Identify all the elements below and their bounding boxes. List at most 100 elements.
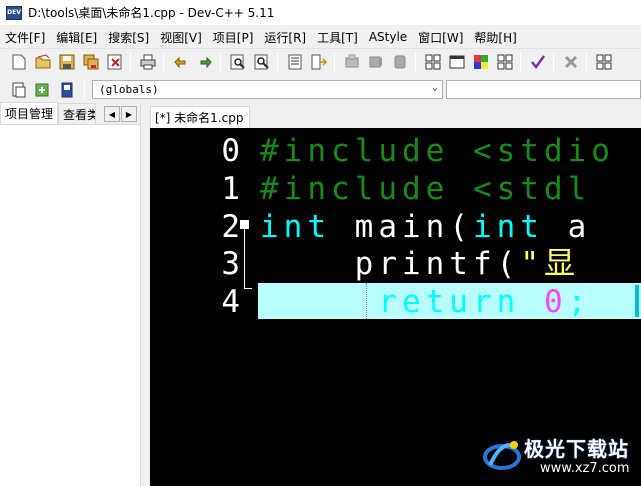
arrow-right-icon: ▶ bbox=[125, 109, 133, 119]
code-line: return 0; bbox=[260, 283, 591, 321]
code-token: #include <stdl bbox=[260, 171, 592, 207]
open-file-button[interactable] bbox=[32, 51, 54, 73]
project-panel-tabs: 项目管理 查看类 ◀ ▶ bbox=[0, 102, 140, 125]
run-icon bbox=[449, 55, 465, 69]
toolbar-separator bbox=[220, 52, 221, 72]
remove-from-project-icon bbox=[394, 55, 406, 69]
code-token: a bbox=[543, 209, 592, 245]
code-token: "显 bbox=[520, 246, 604, 282]
code-token: return bbox=[260, 284, 544, 320]
compile-button[interactable] bbox=[422, 51, 444, 73]
panel-splitter[interactable] bbox=[141, 104, 150, 486]
stop-execution-button[interactable] bbox=[560, 51, 582, 73]
redo-button[interactable] bbox=[194, 51, 216, 73]
goto-line-button[interactable] bbox=[308, 51, 330, 73]
code-line: #include <stdio bbox=[260, 132, 615, 170]
toggle-comment-button[interactable] bbox=[32, 79, 54, 101]
rebuild-all-button[interactable] bbox=[494, 51, 516, 73]
save-icon bbox=[59, 54, 75, 70]
text-caret bbox=[635, 285, 639, 317]
toolbar-separator bbox=[84, 79, 85, 100]
window-title: D:\tools\桌面\未命名1.cpp - Dev-C++ 5.11 bbox=[28, 6, 275, 20]
toolbar-separator bbox=[520, 52, 521, 72]
menu-search[interactable]: 搜索[S] bbox=[103, 29, 155, 46]
new-file-icon bbox=[12, 54, 26, 70]
compile-run-icon bbox=[474, 55, 488, 69]
check-icon bbox=[531, 55, 546, 70]
tab-project-manager[interactable]: 项目管理 bbox=[0, 102, 59, 124]
toolbar-separator bbox=[586, 52, 587, 72]
devcpp-app-icon[interactable]: DEV bbox=[6, 5, 22, 20]
fold-end-marker bbox=[244, 288, 252, 289]
scope-select[interactable]: (globals) ⌄ bbox=[92, 80, 443, 99]
code-token: ; bbox=[567, 284, 592, 320]
watermark-url: www.xz7.com bbox=[540, 461, 630, 476]
rebuild-icon bbox=[497, 54, 513, 70]
remove-from-project-button[interactable] bbox=[389, 51, 411, 73]
line-number: 1 bbox=[221, 171, 240, 207]
menu-window[interactable]: 窗口[W] bbox=[413, 29, 469, 46]
undo-icon bbox=[174, 56, 186, 69]
find-button[interactable] bbox=[227, 51, 249, 73]
arrow-left-icon: ◀ bbox=[108, 109, 116, 119]
menu-view[interactable]: 视图[V] bbox=[155, 29, 208, 46]
add-to-project-button[interactable] bbox=[365, 51, 387, 73]
toolbar-separator bbox=[163, 52, 164, 72]
syntax-check-button[interactable] bbox=[527, 51, 549, 73]
tab-scroll-right-button[interactable]: ▶ bbox=[121, 106, 137, 122]
replace-button[interactable] bbox=[251, 51, 273, 73]
undo-button[interactable] bbox=[170, 51, 192, 73]
watermark-logo-icon bbox=[483, 441, 521, 470]
stop-x-icon bbox=[564, 55, 578, 69]
menu-tools[interactable]: 工具[T] bbox=[312, 29, 364, 46]
site-watermark: 极光下载站 www.xz7.com bbox=[482, 433, 637, 481]
menu-run[interactable]: 运行[R] bbox=[259, 29, 312, 46]
save-all-button[interactable] bbox=[80, 51, 102, 73]
toolbar-separator bbox=[415, 52, 416, 72]
close-file-icon bbox=[107, 54, 122, 70]
goto-line-icon bbox=[311, 54, 327, 70]
menu-file[interactable]: 文件[F] bbox=[0, 29, 51, 46]
insert-button[interactable] bbox=[8, 79, 30, 101]
code-token: int bbox=[260, 209, 331, 245]
toolbar-separator bbox=[277, 52, 278, 72]
code-token: 0 bbox=[543, 284, 568, 320]
toolbar-separator bbox=[130, 52, 131, 72]
run-button[interactable] bbox=[446, 51, 468, 73]
goto-declaration-icon bbox=[61, 82, 73, 97]
new-project-button[interactable] bbox=[341, 51, 363, 73]
goto-declaration-button[interactable] bbox=[56, 79, 78, 101]
menu-edit[interactable]: 编辑[E] bbox=[51, 29, 103, 46]
close-file-button[interactable] bbox=[104, 51, 126, 73]
comment-plus-icon bbox=[35, 83, 49, 96]
editor-gutter[interactable]: 0 1 2 3 4 bbox=[150, 128, 240, 486]
code-line: printf("显 bbox=[260, 245, 604, 283]
line-number: 3 bbox=[221, 246, 240, 282]
compile-run-button[interactable] bbox=[470, 51, 492, 73]
save-all-icon bbox=[83, 54, 99, 70]
chevron-down-icon: ⌄ bbox=[431, 82, 438, 93]
new-file-button[interactable] bbox=[8, 51, 30, 73]
toggle-bookmark-button[interactable] bbox=[284, 51, 306, 73]
replace-icon bbox=[254, 54, 269, 70]
menu-help[interactable]: 帮助[H] bbox=[469, 29, 522, 46]
tab-scroll-left-button[interactable]: ◀ bbox=[104, 106, 120, 122]
tile-windows-button[interactable] bbox=[593, 51, 615, 73]
insert-icon bbox=[12, 82, 26, 97]
tab-class-browser[interactable]: 查看类 bbox=[58, 103, 97, 124]
menu-astyle[interactable]: AStyle bbox=[364, 30, 413, 44]
find-icon bbox=[230, 54, 245, 70]
save-button[interactable] bbox=[56, 51, 78, 73]
redo-icon bbox=[200, 56, 212, 69]
print-button[interactable] bbox=[137, 51, 159, 73]
tile-windows-icon bbox=[596, 54, 612, 70]
title-bar: DEV D:\tools\桌面\未命名1.cpp - Dev-C++ 5.11 bbox=[0, 0, 641, 25]
printer-icon bbox=[140, 54, 156, 70]
main-toolbar bbox=[0, 48, 641, 75]
code-token: main( bbox=[331, 209, 473, 245]
code-token: #include <stdio bbox=[260, 133, 615, 169]
add-to-project-icon bbox=[369, 56, 382, 68]
function-select[interactable] bbox=[446, 80, 641, 99]
menu-project[interactable]: 项目[P] bbox=[208, 29, 260, 46]
editor-tab-untitled1[interactable]: [*] 未命名1.cpp bbox=[150, 106, 251, 128]
